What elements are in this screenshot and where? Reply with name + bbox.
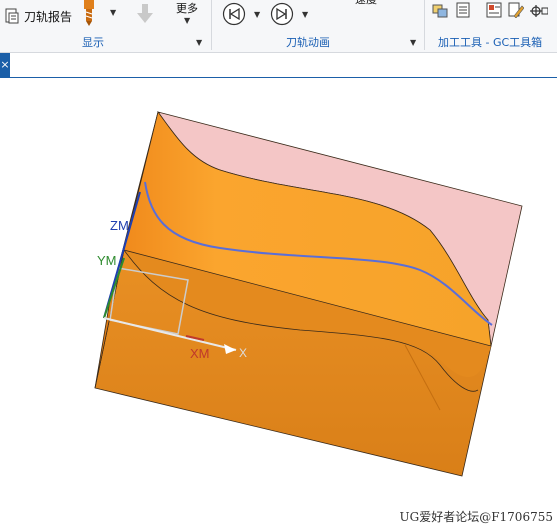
close-tab-button[interactable]: ×: [0, 53, 10, 77]
ribbon: 刀轨报告 ▼ 更多 ▼ ▼ 显示 ▼ ▼ 刀轨动画 ▼ 加工工具 - GC工具箱: [0, 0, 557, 52]
graphics-viewport[interactable]: ZM YM XM X: [0, 78, 557, 529]
step-back-dropdown[interactable]: ▼: [254, 10, 260, 19]
more-button[interactable]: 更多: [176, 0, 198, 16]
tool-display-dropdown[interactable]: ▼: [110, 8, 116, 17]
pencil-icon: [508, 2, 525, 19]
down-arrow-icon: [137, 4, 153, 23]
ym-label: YM: [97, 253, 117, 268]
tool-manager-button[interactable]: [432, 2, 448, 21]
zm-label: ZM: [110, 218, 129, 233]
shop-doc-icon: [486, 2, 502, 18]
display-group-label: 显示: [82, 36, 104, 49]
step-forward-icon: [270, 2, 294, 26]
more-label: 更多: [176, 2, 198, 15]
step-forward-dropdown[interactable]: ▼: [302, 10, 308, 19]
step-forward-button[interactable]: [270, 2, 294, 29]
ribbon-separator: [211, 0, 212, 50]
shop-doc-button[interactable]: [486, 2, 502, 21]
animation-group-label: 刀轨动画: [286, 36, 330, 49]
watermark: UG爱好者论坛@F1706755: [399, 510, 553, 524]
document-icon: [456, 2, 470, 18]
xm-label: XM: [190, 346, 210, 361]
close-icon: ×: [0, 58, 10, 71]
x-label: X: [239, 346, 247, 360]
document-button[interactable]: [456, 2, 470, 21]
edit-tool-button[interactable]: [508, 2, 525, 21]
csys-button[interactable]: [530, 4, 549, 21]
report-icon: [5, 8, 19, 24]
move-down-button[interactable]: [136, 4, 154, 27]
csys-icon: [530, 5, 549, 17]
tool-display-button[interactable]: [80, 0, 98, 29]
toolpath-report-button[interactable]: 刀轨报告: [4, 6, 72, 26]
more-dropdown[interactable]: ▼: [184, 16, 190, 25]
animation-group-dropdown[interactable]: ▼: [410, 38, 416, 47]
ribbon-separator: [424, 0, 425, 50]
drill-icon: [84, 0, 94, 26]
part-model: ZM YM XM X: [94, 111, 523, 477]
step-back-button[interactable]: [222, 2, 246, 29]
toolpath-report-label: 刀轨报告: [24, 9, 73, 24]
secondary-toolbar: ×: [0, 53, 557, 78]
display-group-dropdown[interactable]: ▼: [196, 38, 202, 47]
speed-label: 速度: [355, 0, 377, 7]
tool-manager-icon: [432, 4, 448, 18]
step-back-icon: [222, 2, 246, 26]
tools-group-label: 加工工具 - GC工具箱: [438, 36, 543, 49]
